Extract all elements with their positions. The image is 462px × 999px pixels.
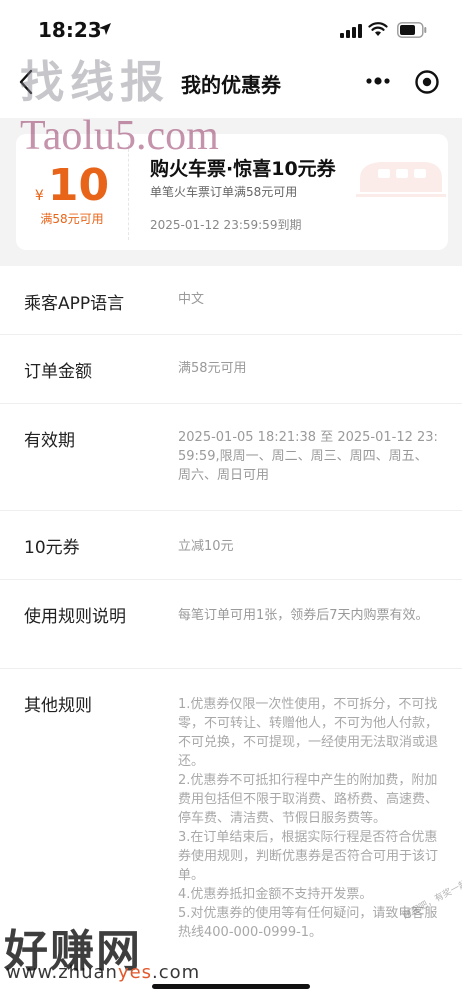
detail-value: 1.优惠券仅限一次性使用，不可拆分，不可找零，不可转让、转赠他人，不可为他人付款… — [178, 697, 439, 940]
coupon-details: 乘客APP语言 中文 订单金额 满58元可用 有效期 2025-01-05 18… — [0, 266, 462, 999]
battery-icon — [397, 22, 427, 38]
train-icon — [356, 162, 446, 197]
signal-icon — [340, 24, 362, 38]
detail-label: 乘客APP语言 — [24, 294, 125, 314]
currency-symbol: ¥ — [34, 188, 44, 204]
coupon-amount: 10 — [47, 160, 110, 211]
coupon-condition: 单笔火车票订单满58元可用 — [150, 185, 298, 199]
status-time: 18:23 — [38, 18, 102, 42]
detail-label: 10元券 — [24, 538, 80, 558]
detail-value: 满58元可用 — [178, 361, 247, 376]
detail-row-language: 乘客APP语言 中文 — [0, 266, 462, 335]
detail-value: 2025-01-05 18:21:38 至 2025-01-12 23:59:5… — [178, 430, 438, 483]
more-dots-icon[interactable] — [362, 71, 394, 91]
close-miniprogram-icon[interactable] — [414, 69, 440, 95]
detail-value: 每笔订单可用1张，领券后7天内购票有效。 — [178, 608, 429, 623]
detail-row-validity: 有效期 2025-01-05 18:21:38 至 2025-01-12 23:… — [0, 404, 462, 511]
coupon-threshold: 满58元可用 — [40, 212, 104, 226]
watermark-top-cn: 找线报 — [20, 57, 170, 108]
detail-label: 使用规则说明 — [24, 607, 126, 627]
detail-label: 有效期 — [24, 431, 75, 451]
watermark-top-en: Taolu5.com — [20, 113, 219, 159]
home-indicator — [152, 984, 310, 989]
coupon-expire: 2025-01-12 23:59:59到期 — [150, 218, 302, 232]
location-arrow-icon — [99, 23, 111, 35]
detail-label: 订单金额 — [24, 362, 92, 382]
watermark-bottom-url: www.zhuanyes.com — [6, 962, 201, 983]
wifi-icon — [368, 22, 388, 36]
detail-value: 中文 — [178, 292, 205, 307]
detail-row-order-amount: 订单金额 满58元可用 — [0, 335, 462, 404]
detail-label: 其他规则 — [24, 696, 92, 716]
detail-row-ten-yuan: 10元券 立减10元 — [0, 511, 462, 580]
detail-value: 立减10元 — [178, 539, 234, 554]
detail-row-usage-rules: 使用规则说明 每笔订单可用1张，领券后7天内购票有效。 — [0, 580, 462, 669]
